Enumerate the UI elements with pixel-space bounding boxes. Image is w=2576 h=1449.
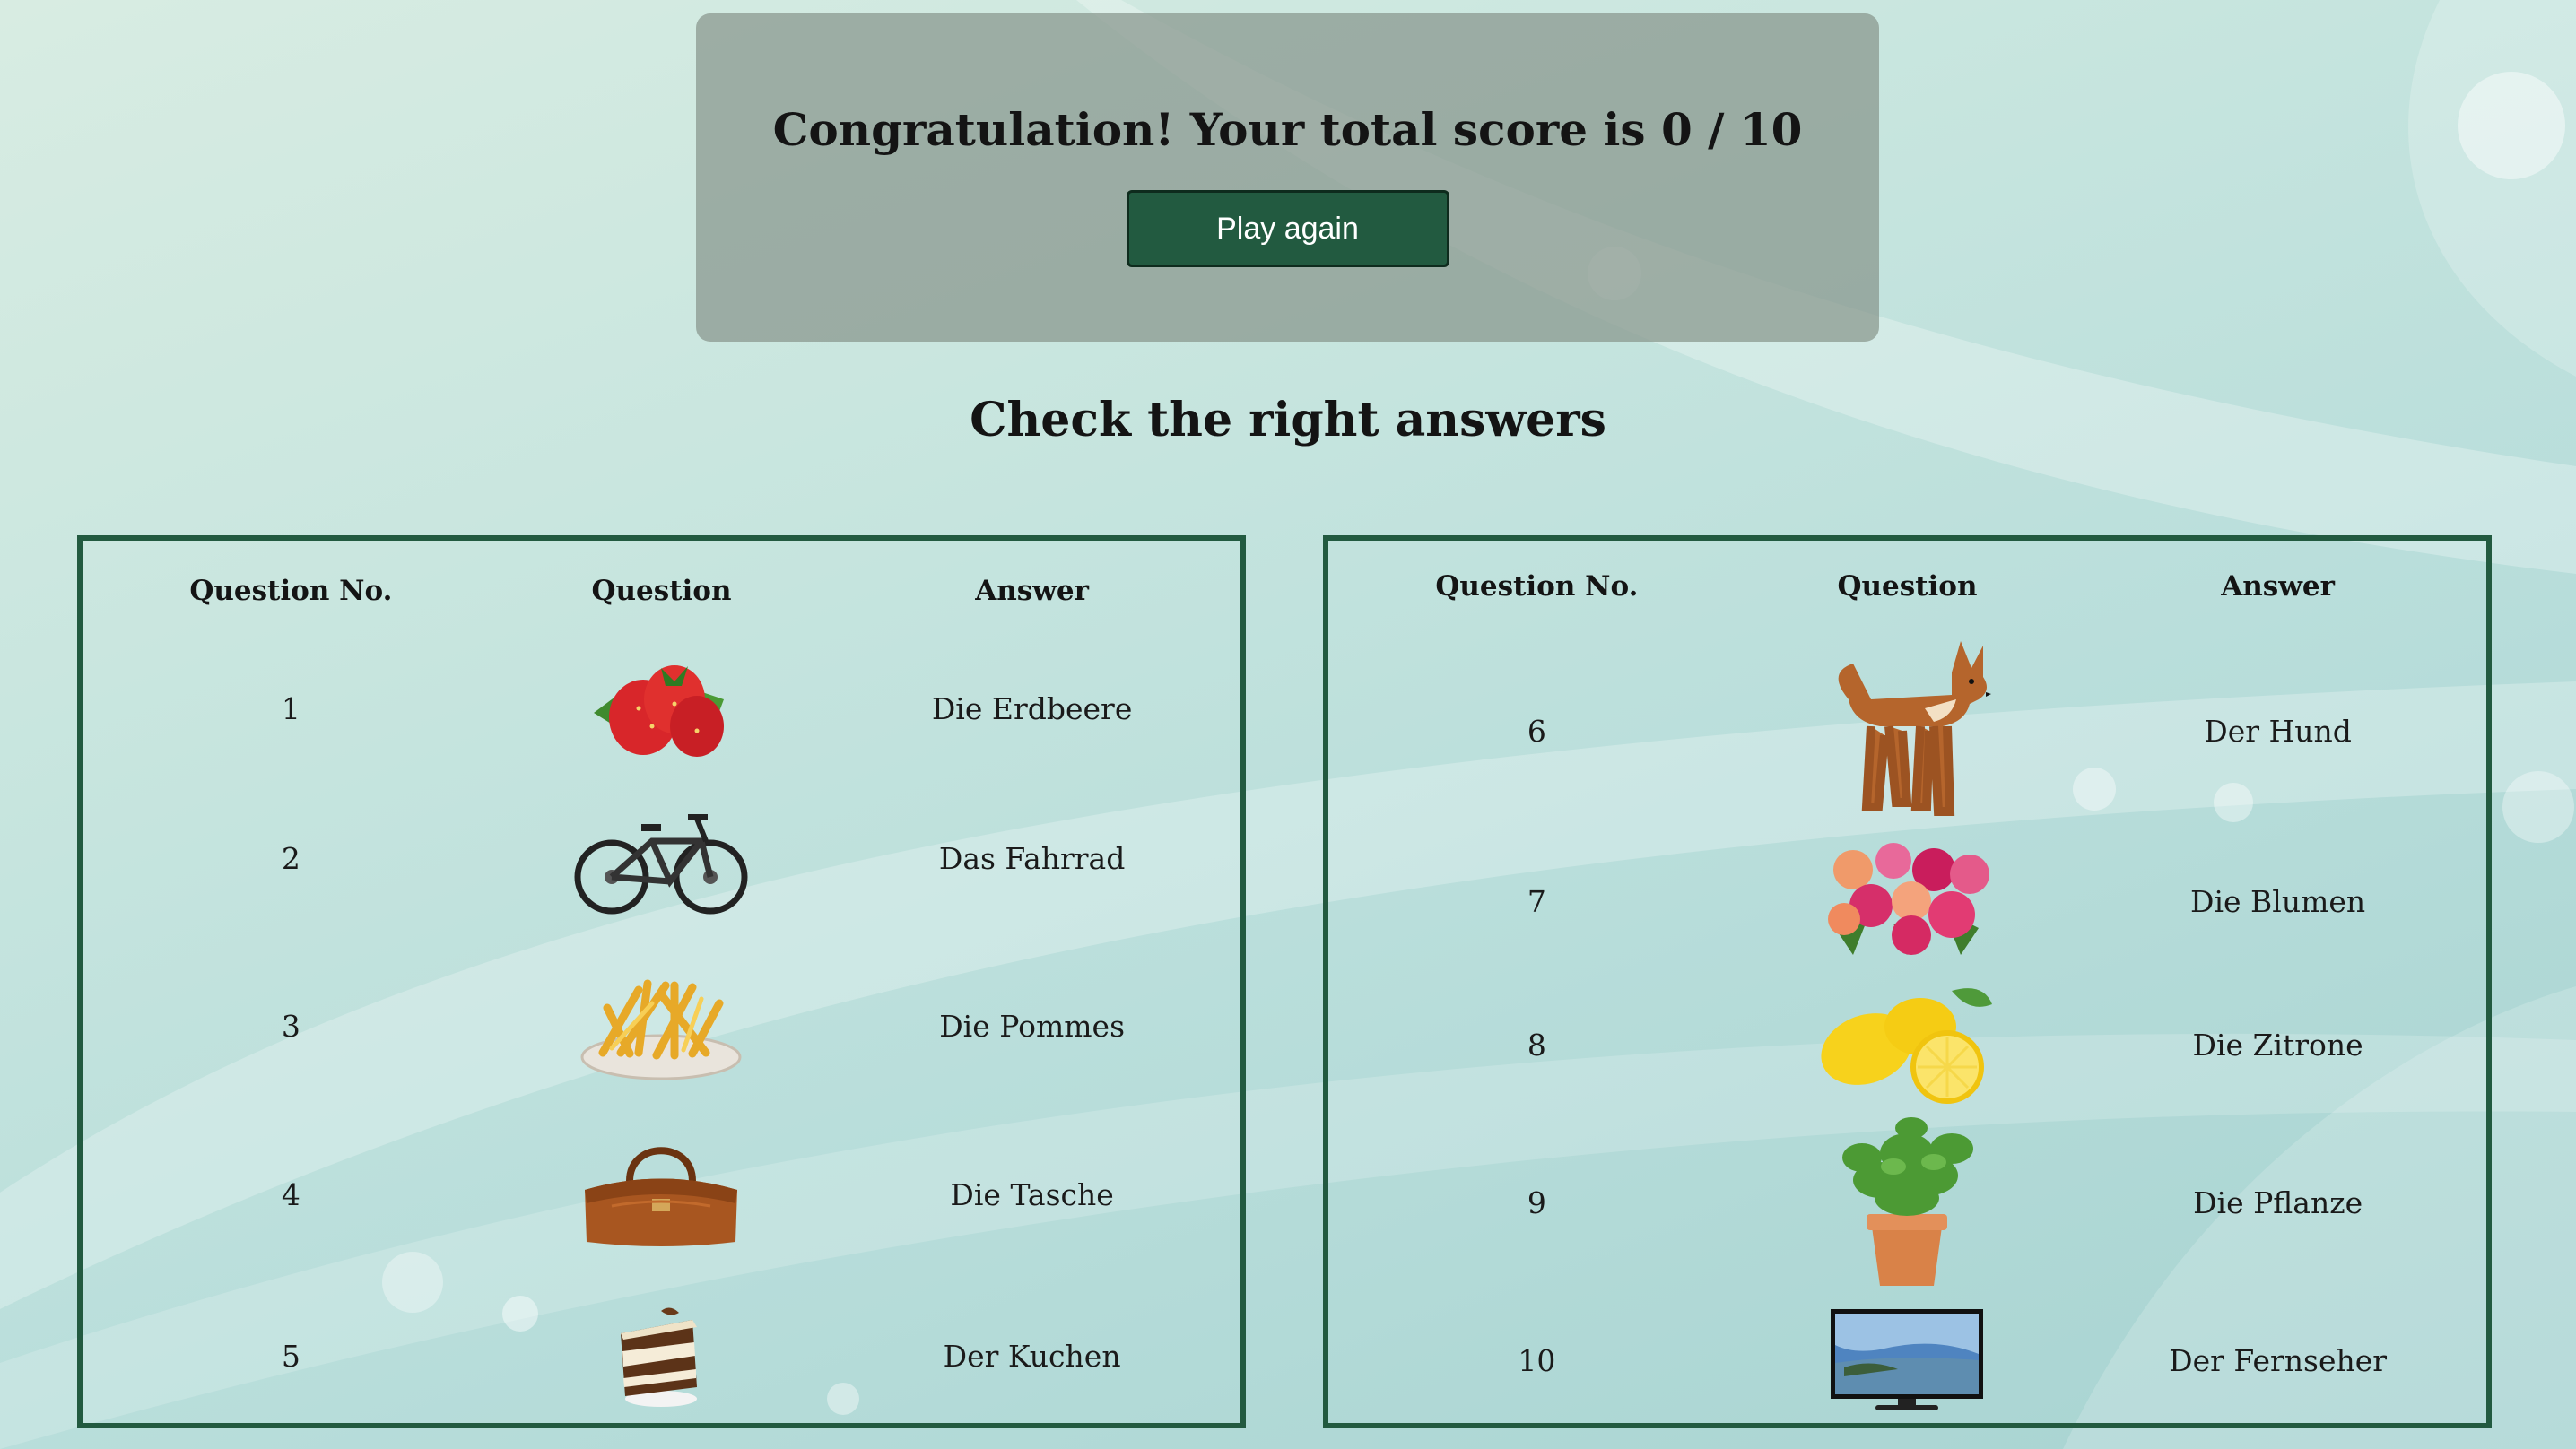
fries-image [500, 941, 823, 1110]
table-row: 7 Die Blumen [1328, 829, 2486, 973]
table-row: 9 Die Pflanze [1328, 1116, 2486, 1288]
table-row: 6 Der Hund [1328, 632, 2486, 829]
header-question-no: Question No. [1435, 570, 1639, 603]
answers-table-right: Question No. Question Answer 6 Der Hund … [1323, 535, 2492, 1428]
header-question: Question [1837, 570, 1978, 603]
answer-text: Der Fernseher [2169, 1342, 2388, 1378]
table-row: 8 Die Zitrone [1328, 973, 2486, 1116]
table-row: 2 Das Fahrrad [83, 776, 1240, 941]
check-answers-title: Check the right answers [970, 393, 1606, 447]
cake-image [500, 1279, 823, 1433]
answer-text: Die Pommes [939, 1008, 1126, 1044]
tv-image [1745, 1288, 2069, 1432]
answer-text: Die Tasche [950, 1176, 1114, 1212]
table-row: 5 Der Kuchen [83, 1279, 1240, 1433]
question-number: 1 [281, 690, 300, 726]
question-number: 3 [281, 1008, 300, 1044]
question-number: 5 [281, 1338, 300, 1374]
bicycle-image [500, 776, 823, 941]
flowers-image [1745, 829, 2069, 973]
table-row: 4 Die Tasche [83, 1110, 1240, 1279]
table-header-row: Question No. Question Answer [1328, 541, 2486, 632]
bag-image [500, 1110, 823, 1279]
header-answer: Answer [975, 575, 1089, 607]
answers-table-left: Question No. Question Answer 1 Die Erdbe… [77, 535, 1246, 1428]
answer-text: Der Kuchen [943, 1338, 1121, 1374]
header-answer: Answer [2221, 570, 2335, 603]
answer-text: Das Fahrrad [938, 841, 1126, 876]
question-number: 9 [1527, 1184, 1546, 1220]
table-header-row: Question No. Question Answer [83, 541, 1240, 641]
table-row: 1 Die Erdbeere [83, 641, 1240, 776]
question-number: 4 [281, 1176, 300, 1212]
answer-text: Die Erdbeere [931, 690, 1133, 726]
lemon-image [1745, 973, 2069, 1116]
question-number: 7 [1527, 883, 1546, 919]
answer-text: Der Hund [2204, 713, 2352, 749]
score-message: Congratulation! Your total score is 0 / … [772, 103, 1803, 156]
table-row: 3 Die Pommes [83, 941, 1240, 1110]
strawberry-image [500, 641, 823, 776]
answer-text: Die Blumen [2190, 883, 2366, 919]
question-number: 2 [281, 841, 300, 876]
plant-image [1745, 1116, 2069, 1288]
play-again-button[interactable]: Play again [1126, 190, 1449, 267]
answer-text: Die Zitrone [2192, 1027, 2363, 1063]
answer-text: Die Pflanze [2193, 1184, 2363, 1220]
header-question: Question [591, 575, 732, 607]
score-panel: Congratulation! Your total score is 0 / … [696, 13, 1879, 342]
question-number: 8 [1527, 1027, 1546, 1063]
question-number: 10 [1518, 1342, 1556, 1378]
table-row: 10 Der Fernseher [1328, 1288, 2486, 1432]
header-question-no: Question No. [189, 575, 393, 607]
dog-image [1745, 632, 2069, 829]
question-number: 6 [1527, 713, 1546, 749]
